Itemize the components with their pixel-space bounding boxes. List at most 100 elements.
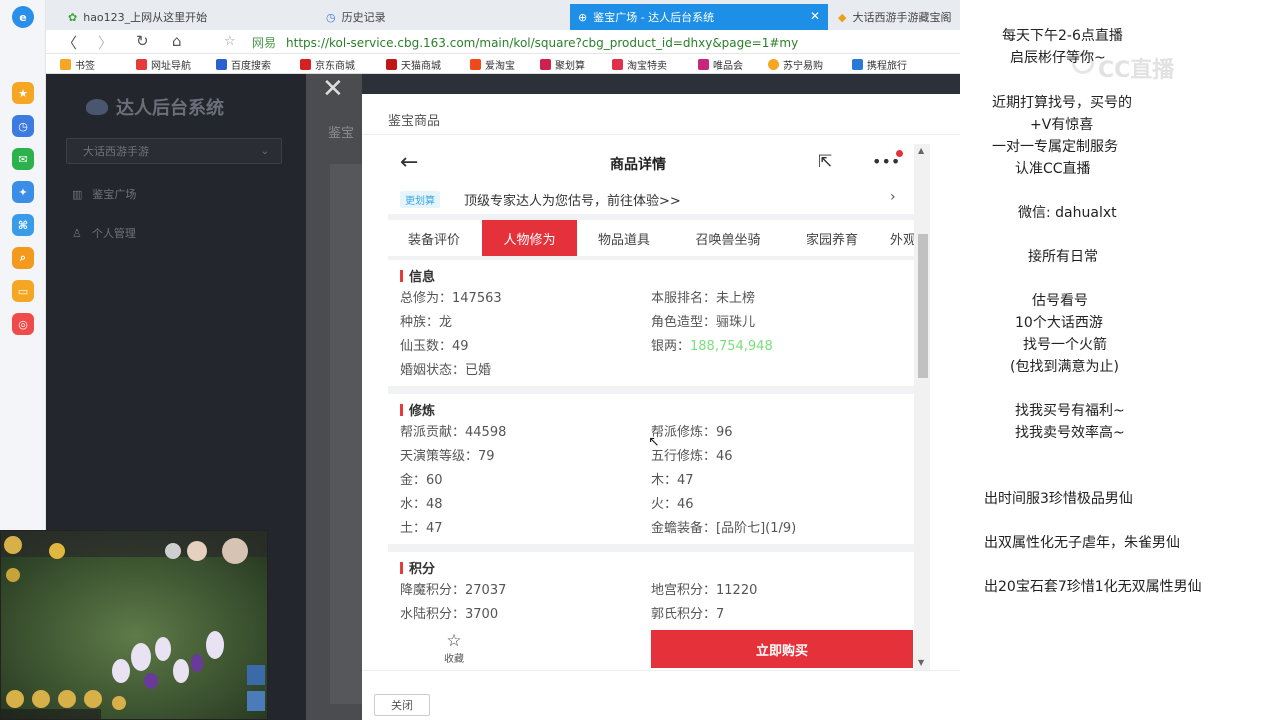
tab-hao123[interactable]: ✿ hao123_上网从这里开始 — [60, 4, 300, 30]
bookmark-item[interactable]: 京东商城 — [300, 57, 355, 72]
modal-footer-divider — [362, 670, 960, 671]
content-area-dimmed: 鉴宝 — [306, 74, 362, 720]
forward-icon[interactable]: 〉 — [98, 32, 113, 53]
scroll-down-icon[interactable]: ▼ — [918, 658, 924, 667]
logo-icon — [86, 99, 108, 115]
star-outline-icon: ☆ — [446, 631, 462, 651]
back-arrow-icon[interactable]: ← — [400, 150, 418, 175]
home-icon[interactable]: ⌂ — [172, 32, 182, 50]
tab-items[interactable]: 物品道具 — [582, 220, 666, 256]
bookmark-label: 唯品会 — [713, 61, 743, 72]
note-line: 近期打算找号，买号的 — [992, 95, 1132, 111]
nav-label: 鉴宝广场 — [92, 188, 137, 201]
scrollbar-thumb[interactable] — [918, 234, 928, 378]
bookmark-label: 网址导航 — [151, 61, 191, 72]
bookmark-label: 百度搜索 — [231, 61, 271, 72]
clock-icon[interactable]: ◷ — [12, 115, 34, 137]
suning-icon — [768, 59, 779, 70]
tab-history[interactable]: ◷ 历史记录 — [318, 4, 558, 30]
scroll-up-icon[interactable]: ▲ — [918, 146, 924, 155]
bookmark-item[interactable]: 网址导航 — [136, 57, 191, 72]
bookmark-item[interactable]: 唯品会 — [698, 57, 743, 72]
close-modal-icon[interactable]: ✕ — [322, 76, 344, 102]
info-cell: 总修为：147563 — [400, 290, 502, 306]
url-text: https://kol-service.cbg.163.com/main/kol… — [286, 36, 799, 50]
ctrip-icon — [852, 59, 863, 70]
bookmark-item[interactable]: 书签 — [60, 57, 95, 72]
bookmark-label: 苏宁易购 — [783, 61, 823, 72]
back-icon[interactable]: 〈 — [62, 32, 77, 53]
cultivation-cell: 火：46 — [651, 496, 694, 512]
tab-cbg[interactable]: ◆ 大话西游手游藏宝阁 — [830, 4, 960, 30]
hao123-icon: ✿ — [68, 10, 78, 24]
cultivation-cell: 金蟾装备：[品阶七](1/9) — [651, 520, 797, 536]
info-cell: 种族：龙 — [400, 314, 453, 330]
points-cell: 水陆积分：3700 — [400, 606, 499, 622]
tejia-icon — [612, 59, 623, 70]
game-select[interactable]: 大话西游手游 ⌄ — [66, 138, 282, 164]
wallet-icon[interactable]: ▭ — [12, 280, 34, 302]
cultivation-cell: 五行修炼：46 — [651, 448, 733, 464]
tab-home[interactable]: 家园养育 — [788, 220, 876, 256]
chevron-down-icon: ⌄ — [260, 145, 269, 157]
bookmark-item[interactable]: 淘宝特卖 — [612, 57, 667, 72]
reload-icon[interactable]: ↻ — [136, 32, 149, 50]
star-icon — [60, 59, 71, 70]
bookmark-item[interactable]: 百度搜索 — [216, 57, 271, 72]
bookmark-label: 书签 — [75, 61, 95, 72]
bookmark-item[interactable]: 苏宁易购 — [768, 57, 823, 72]
section-title: 信息 — [400, 266, 435, 285]
cultivation-row: 土：47 金蟾装备：[品阶七](1/9) — [388, 514, 914, 538]
building-icon: ▥ — [72, 187, 83, 201]
note-line: 一对一专属定制服务 — [992, 139, 1118, 155]
info-section: 信息 总修为：147563 本服排名：未上榜 种族：龙 角色造型：骊珠儿 仙玉数… — [388, 260, 914, 386]
game-icon[interactable]: ⌘ — [12, 214, 34, 236]
search-icon[interactable]: ⌕ — [12, 247, 34, 269]
cultivation-cell: 帮派修炼：96 — [651, 424, 733, 440]
address-bar: 〈 〉 ↻ ⌂ ☆ 网易 https://kol-service.cbg.163.… — [46, 30, 960, 54]
tmall-icon — [386, 59, 397, 70]
bookmark-label: 携程旅行 — [867, 61, 907, 72]
bookmark-item[interactable]: 聚划算 — [540, 57, 585, 72]
nav-icon — [136, 59, 147, 70]
note-line: 出时间服3珍惜极品男仙 — [984, 491, 1133, 507]
detail-header: ← 商品详情 ⇱ ••• — [388, 144, 914, 184]
tab-kol-square[interactable]: ⊕ 鉴宝广场 - 达人后台系统 ✕ — [570, 4, 828, 30]
silver-cell: 银两：188,754,948 — [651, 335, 773, 354]
scrollbar[interactable]: ▲ ▼ — [914, 144, 930, 670]
note-line: 找号一个火箭 — [1023, 337, 1107, 353]
nav-label: 个人管理 — [91, 227, 136, 240]
url-field[interactable]: 网易 https://kol-service.cbg.163.com/main/k… — [242, 34, 798, 51]
tab-pets[interactable]: 召唤兽坐骑 — [678, 220, 778, 256]
detail-title: 商品详情 — [610, 157, 666, 173]
bookmark-item[interactable]: 天猫商城 — [386, 57, 441, 72]
nav-item-square[interactable]: ▥ 鉴宝广场 — [72, 186, 136, 202]
bookmark-item[interactable]: 携程旅行 — [852, 57, 907, 72]
cultivation-cell: 土：47 — [400, 520, 443, 536]
tab-appearance[interactable]: 外观 — [890, 220, 914, 256]
product-detail-view: ← 商品详情 ⇱ ••• 更划算 顶级专家达人为您估号，前往体验>> › 装备评… — [388, 144, 930, 670]
tab-character[interactable]: 人物修为 — [482, 220, 577, 256]
weibo-icon[interactable]: ◎ — [12, 313, 34, 335]
star-icon[interactable]: ☆ — [224, 34, 236, 49]
app-icon[interactable]: ✦ — [12, 181, 34, 203]
bookmark-item[interactable]: 爱淘宝 — [470, 57, 515, 72]
note-line: 接所有日常 — [1028, 249, 1098, 265]
nav-item-personal[interactable]: ♙ 个人管理 — [72, 225, 136, 241]
close-button[interactable]: 关闭 — [374, 694, 430, 716]
buy-now-button[interactable]: 立即购买 — [651, 630, 913, 668]
app-logo: 达人后台系统 — [86, 94, 224, 120]
bookmark-label: 天猫商城 — [401, 61, 441, 72]
wechat-icon[interactable]: ✉ — [12, 148, 34, 170]
bookmark-label: 聚划算 — [555, 61, 585, 72]
chevron-right-icon: › — [890, 189, 896, 205]
tab-equipment[interactable]: 装备评价 — [392, 220, 476, 256]
close-tab-icon[interactable]: ✕ — [810, 9, 820, 23]
promo-banner[interactable]: 更划算 顶级专家达人为您估号，前往体验>> › — [388, 184, 914, 214]
favorites-icon[interactable]: ★ — [12, 82, 34, 104]
breadcrumb: 鉴宝 — [328, 126, 355, 141]
share-icon[interactable]: ⇱ — [818, 152, 832, 172]
info-rows: 总修为：147563 本服排名：未上榜 种族：龙 角色造型：骊珠儿 仙玉数：49… — [388, 284, 914, 380]
favorite-button[interactable]: ☆ 收藏 — [436, 632, 472, 665]
game-select-value: 大话西游手游 — [83, 145, 149, 158]
